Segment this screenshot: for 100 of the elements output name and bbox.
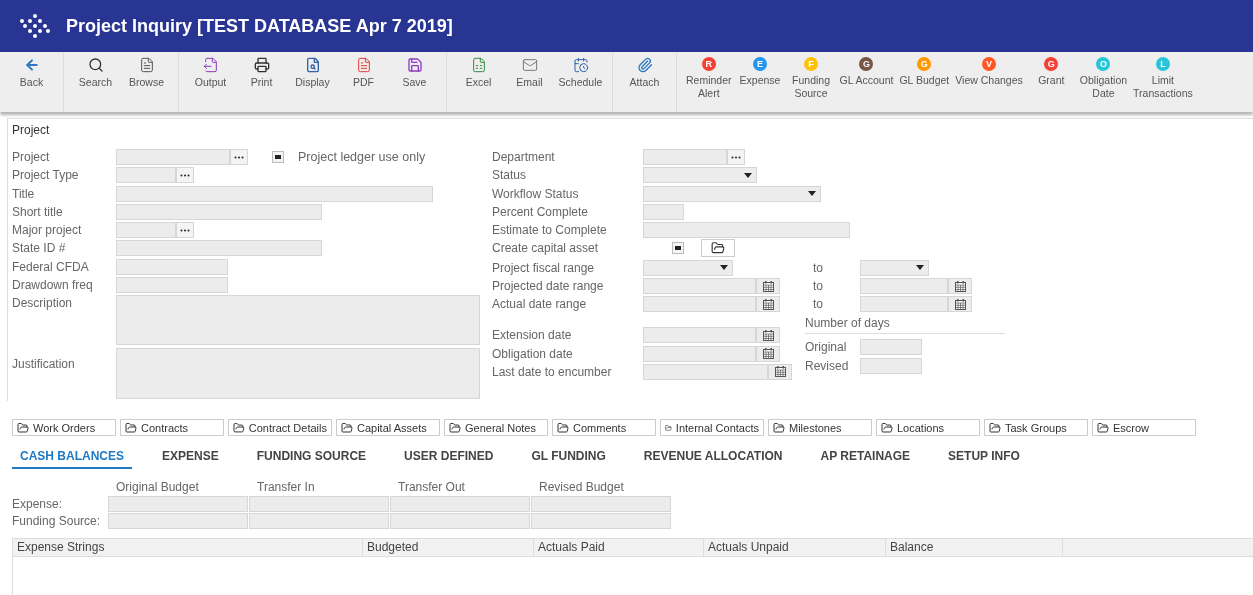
column-header: Original Budget bbox=[115, 479, 200, 495]
column-header[interactable]: Budgeted bbox=[363, 539, 534, 556]
toolbar-button[interactable]: E Expense bbox=[734, 52, 786, 112]
spreadsheet-icon bbox=[470, 57, 487, 73]
attachment-button[interactable]: Comments bbox=[552, 419, 656, 436]
toolbar-button[interactable]: Browse bbox=[121, 52, 172, 112]
dropdown-field[interactable] bbox=[643, 167, 757, 184]
amount-field[interactable] bbox=[108, 513, 248, 529]
toolbar-button[interactable]: Schedule bbox=[555, 52, 606, 112]
text-field[interactable] bbox=[643, 222, 850, 239]
toolbar-button[interactable]: PDF bbox=[338, 52, 389, 112]
toolbar-button[interactable]: Email bbox=[504, 52, 555, 112]
amount-field[interactable] bbox=[108, 496, 248, 512]
lookup-button[interactable] bbox=[230, 149, 248, 165]
text-field[interactable] bbox=[116, 149, 230, 165]
column-header[interactable]: Expense Strings bbox=[13, 539, 363, 556]
text-field[interactable] bbox=[116, 185, 433, 202]
text-area[interactable] bbox=[116, 295, 480, 346]
toolbar-button[interactable]: Excel bbox=[453, 52, 504, 112]
text-field[interactable] bbox=[860, 339, 922, 356]
date-field[interactable] bbox=[860, 278, 948, 295]
attachment-button[interactable]: Contracts bbox=[120, 419, 224, 436]
dropdown-field[interactable] bbox=[643, 259, 733, 276]
amount-field[interactable] bbox=[390, 496, 530, 512]
logo-icon bbox=[20, 13, 50, 39]
lookup-button[interactable] bbox=[176, 222, 194, 239]
toolbar-button[interactable]: O Obligation Date bbox=[1076, 52, 1131, 112]
calendar-icon bbox=[762, 280, 774, 292]
ellipsis-icon bbox=[180, 173, 190, 177]
attachment-button[interactable]: Task Groups bbox=[984, 419, 1088, 436]
amount-field[interactable] bbox=[249, 496, 389, 512]
date-field[interactable] bbox=[643, 345, 756, 362]
tab[interactable]: GL FUNDING bbox=[523, 446, 614, 469]
text-field[interactable] bbox=[116, 240, 322, 257]
attachment-button[interactable]: Internal Contacts bbox=[660, 419, 764, 436]
lookup-button[interactable] bbox=[727, 149, 745, 165]
folder-icon bbox=[233, 421, 245, 434]
toolbar-button[interactable]: Display bbox=[287, 52, 338, 112]
attachment-button[interactable]: Escrow bbox=[1092, 419, 1196, 436]
tab[interactable]: USER DEFINED bbox=[396, 446, 502, 469]
toolbar-button[interactable]: F Funding Source bbox=[785, 52, 837, 112]
toolbar-button[interactable]: V View Changes bbox=[952, 52, 1026, 112]
toolbar-button[interactable]: Back bbox=[6, 52, 57, 112]
toolbar-button[interactable]: G GL Budget bbox=[896, 52, 953, 112]
tab[interactable]: EXPENSE bbox=[154, 446, 227, 469]
attachment-button[interactable]: Locations bbox=[876, 419, 980, 436]
lookup-button[interactable] bbox=[176, 167, 194, 184]
column-header[interactable]: Balance bbox=[886, 539, 1063, 556]
calendar-button[interactable] bbox=[768, 363, 792, 380]
text-field[interactable] bbox=[860, 357, 922, 374]
tab[interactable]: REVENUE ALLOCATION bbox=[635, 446, 791, 469]
text-field[interactable] bbox=[116, 258, 228, 275]
tab[interactable]: CASH BALANCES bbox=[12, 446, 132, 469]
text-field[interactable] bbox=[116, 222, 176, 239]
checkbox[interactable] bbox=[672, 242, 684, 255]
tab[interactable]: SETUP INFO bbox=[940, 446, 1028, 469]
toolbar-button[interactable]: Search bbox=[70, 52, 121, 112]
text-field[interactable] bbox=[643, 149, 727, 165]
attachment-button[interactable]: General Notes bbox=[444, 419, 548, 436]
calendar-button[interactable] bbox=[756, 278, 780, 295]
calendar-button[interactable] bbox=[756, 296, 780, 313]
date-field[interactable] bbox=[643, 278, 756, 295]
text-field[interactable] bbox=[116, 277, 228, 294]
calendar-button[interactable] bbox=[756, 345, 780, 362]
toolbar-button[interactable]: R Reminder Alert bbox=[683, 52, 735, 112]
calendar-button[interactable] bbox=[948, 278, 972, 295]
text-field[interactable] bbox=[116, 167, 176, 184]
date-field[interactable] bbox=[643, 363, 768, 380]
text-area[interactable] bbox=[116, 347, 480, 399]
dropdown-field[interactable] bbox=[860, 259, 929, 276]
toolbar-button[interactable]: Attach bbox=[619, 52, 670, 112]
toolbar-button[interactable]: G GL Account bbox=[836, 52, 897, 112]
tab[interactable]: AP RETAINAGE bbox=[812, 446, 919, 469]
date-field[interactable] bbox=[860, 296, 948, 313]
column-header[interactable]: Actuals Paid bbox=[534, 539, 704, 556]
toolbar-button[interactable]: Print bbox=[236, 52, 287, 112]
attachment-button[interactable]: Work Orders bbox=[12, 419, 116, 436]
calendar-button[interactable] bbox=[756, 327, 780, 344]
calendar-icon bbox=[954, 298, 966, 310]
checkbox[interactable] bbox=[272, 151, 284, 163]
folder-button[interactable] bbox=[701, 239, 735, 258]
text-field[interactable] bbox=[643, 203, 684, 220]
tab[interactable]: FUNDING SOURCE bbox=[248, 446, 375, 469]
date-field[interactable] bbox=[643, 327, 756, 344]
column-header[interactable]: Actuals Unpaid bbox=[704, 539, 886, 556]
toolbar-button[interactable]: L Limit Transactions bbox=[1130, 52, 1196, 112]
toolbar-button[interactable]: Output bbox=[185, 52, 236, 112]
amount-field[interactable] bbox=[531, 496, 671, 512]
dropdown-field[interactable] bbox=[643, 185, 821, 202]
toolbar-button[interactable]: Save bbox=[389, 52, 440, 112]
amount-field[interactable] bbox=[249, 513, 389, 529]
attachment-button[interactable]: Capital Assets bbox=[336, 419, 440, 436]
attachment-button[interactable]: Contract Details bbox=[228, 419, 332, 436]
calendar-button[interactable] bbox=[948, 296, 972, 313]
text-field[interactable] bbox=[116, 203, 322, 220]
toolbar-button[interactable]: G Grant bbox=[1025, 52, 1077, 112]
date-field[interactable] bbox=[643, 296, 756, 313]
amount-field[interactable] bbox=[531, 513, 671, 529]
amount-field[interactable] bbox=[390, 513, 530, 529]
attachment-button[interactable]: Milestones bbox=[768, 419, 872, 436]
